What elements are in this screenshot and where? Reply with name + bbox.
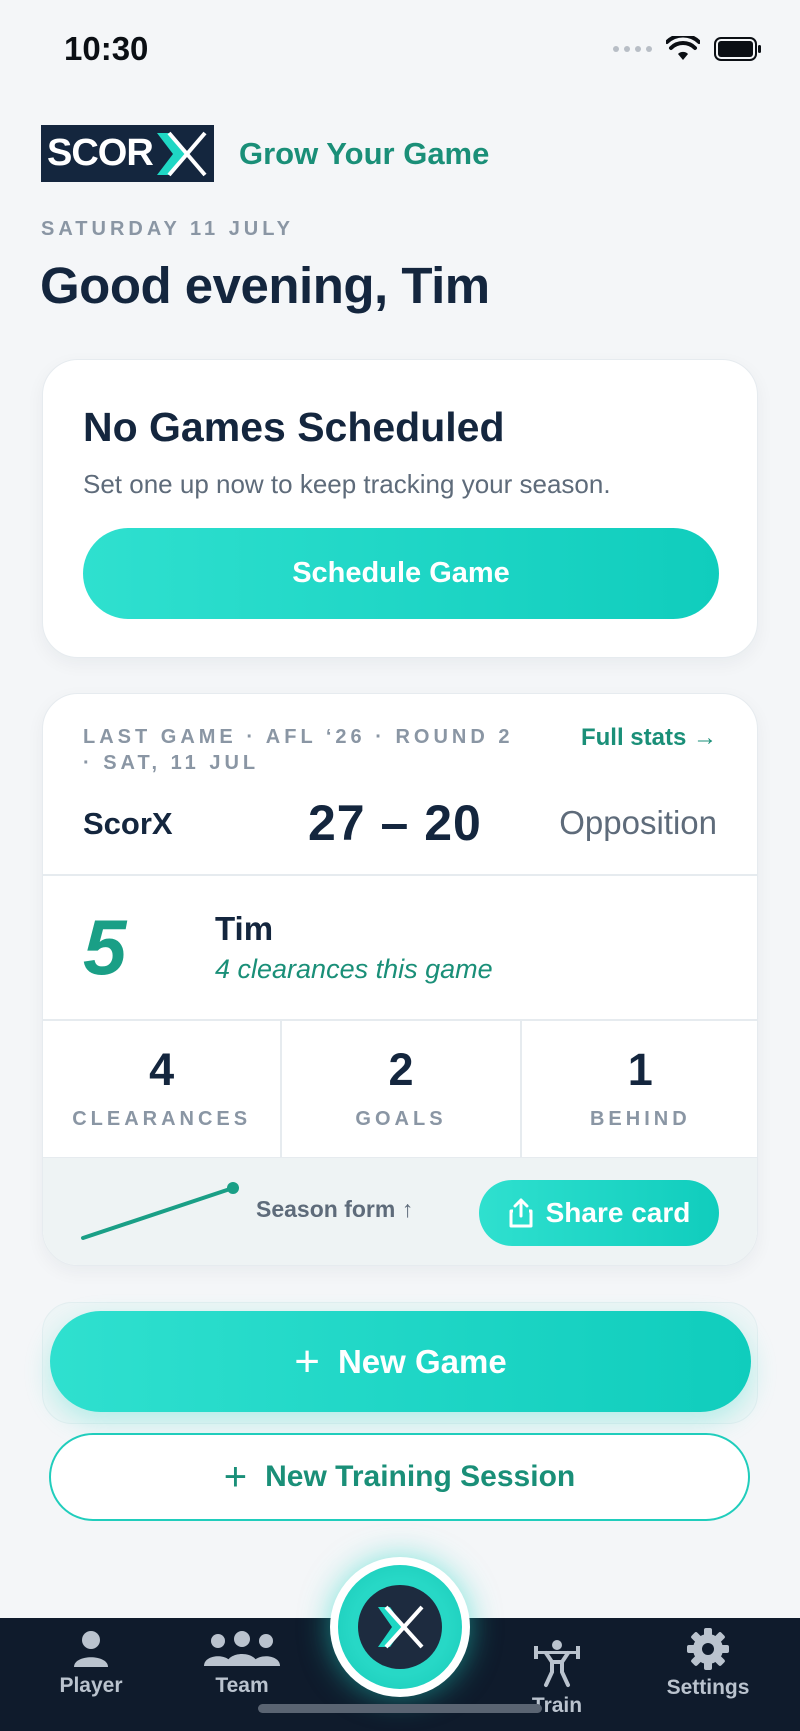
new-game-container: + New Game <box>42 1302 758 1424</box>
share-icon <box>509 1198 533 1228</box>
stat-label: BEHIND <box>589 1108 691 1130</box>
stats-row: 4 CLEARANCES 2 GOALS 1 BEHIND <box>43 1020 757 1158</box>
stat-value: 1 <box>627 1044 653 1095</box>
group-icon <box>204 1631 280 1666</box>
tab-label: Settings <box>666 1676 750 1699</box>
weightlifter-icon <box>534 1640 580 1687</box>
season-form-row: Season form ↑ Share card <box>43 1158 757 1265</box>
gear-icon <box>687 1628 729 1670</box>
scorx-logo-icon <box>358 1585 442 1669</box>
player-number: 5 <box>83 903 127 991</box>
status-icons <box>613 36 762 62</box>
last-game-meta: LAST GAME · AFL ‘26 · ROUND 2 · SAT, 11 … <box>83 726 514 774</box>
stat-value: 2 <box>388 1044 414 1095</box>
greeting-title: Good evening, Tim <box>40 257 490 314</box>
stat-goals: 2 GOALS <box>282 1020 522 1158</box>
divider <box>43 874 757 876</box>
final-score: 27 – 20 <box>308 795 482 851</box>
brand-row: SCOR Grow Your Game <box>41 125 489 182</box>
player-highlight: 4 clearances this game <box>215 954 493 984</box>
plus-icon: + <box>223 1455 248 1499</box>
current-date: SATURDAY 11 JULY <box>41 218 294 240</box>
stat-value: 4 <box>149 1044 175 1095</box>
stat-label: CLEARANCES <box>72 1108 252 1130</box>
tab-player[interactable]: Player <box>31 1628 151 1698</box>
plus-icon: + <box>294 1336 320 1386</box>
tagline: Grow Your Game <box>239 135 490 171</box>
tab-team[interactable]: Team <box>182 1628 302 1698</box>
tab-settings[interactable]: Settings <box>648 1628 768 1700</box>
stat-clearances: 4 CLEARANCES <box>43 1020 283 1158</box>
new-game-label: New Game <box>337 1342 507 1380</box>
opponent-name: Opposition <box>559 804 717 841</box>
home-team-name: ScorX <box>83 806 173 841</box>
logo-x-icon <box>156 131 207 176</box>
full-stats-link[interactable]: Full stats → <box>581 724 717 752</box>
new-game-button[interactable]: + New Game <box>50 1311 751 1412</box>
no-games-title: No Games Scheduled <box>83 404 505 450</box>
logo-text: SCOR <box>47 132 154 174</box>
season-form-label: Season form ↑ <box>256 1196 414 1222</box>
new-training-session-button[interactable]: + New Training Session <box>49 1433 750 1521</box>
wifi-icon <box>666 36 700 60</box>
stat-behind: 1 BEHIND <box>522 1020 757 1158</box>
scorx-logo: SCOR <box>41 125 214 182</box>
stat-label: GOALS <box>355 1108 447 1130</box>
tab-label: Player <box>59 1674 123 1697</box>
season-form-sparkline <box>81 1182 239 1240</box>
center-action-button[interactable] <box>338 1565 462 1689</box>
battery-icon <box>714 37 761 61</box>
cellular-signal-icon <box>613 46 652 52</box>
person-icon <box>74 1631 108 1667</box>
status-time: 10:30 <box>64 30 149 67</box>
share-card-label: Share card <box>545 1197 691 1228</box>
schedule-game-button[interactable]: Schedule Game <box>83 528 719 619</box>
home-indicator[interactable] <box>258 1704 542 1713</box>
no-games-card: No Games Scheduled Set one up now to kee… <box>42 359 758 658</box>
player-name: Tim <box>215 910 274 947</box>
last-game-card: LAST GAME · AFL ‘26 · ROUND 2 · SAT, 11 … <box>42 693 758 1266</box>
new-training-label: New Training Session <box>265 1460 576 1493</box>
tab-label: Team <box>215 1674 269 1697</box>
share-card-button[interactable]: Share card <box>479 1180 719 1246</box>
no-games-subtitle: Set one up now to keep tracking your sea… <box>83 469 611 499</box>
status-bar: 10:30 <box>0 0 800 100</box>
